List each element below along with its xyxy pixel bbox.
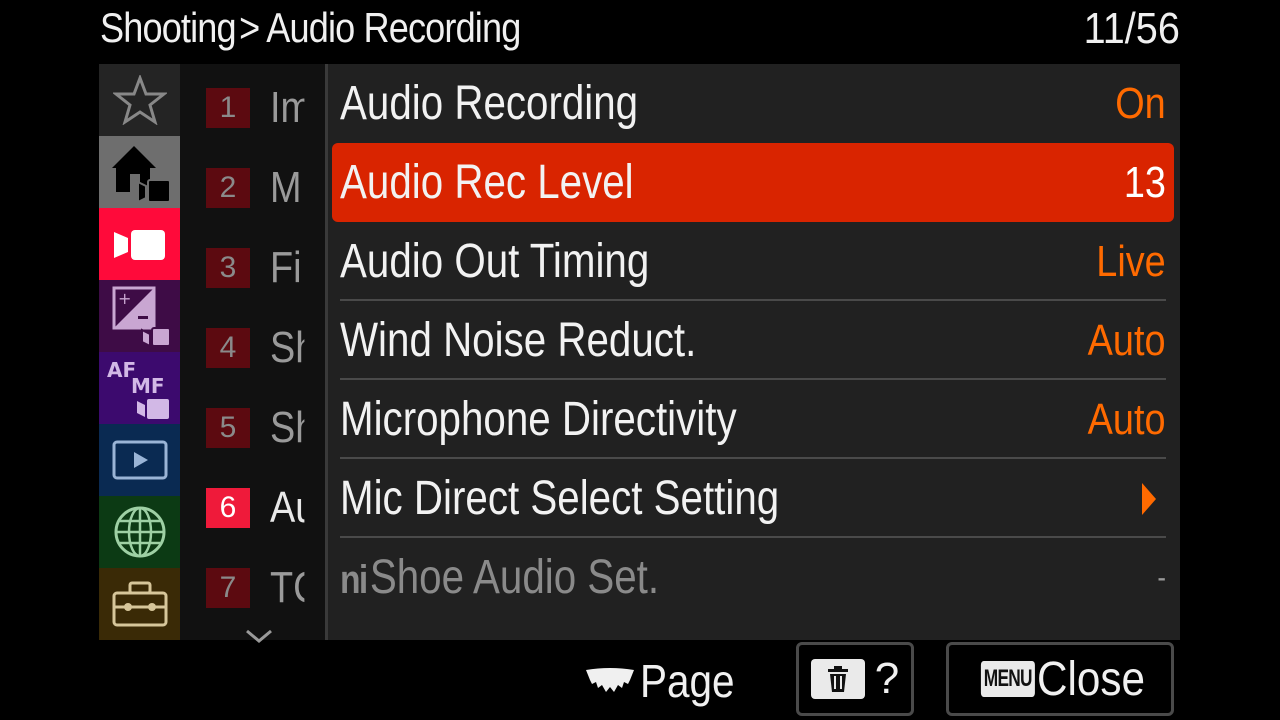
delete-help-button[interactable]: ? bbox=[796, 642, 914, 716]
breadcrumb-current: Audio Recording bbox=[266, 4, 521, 51]
page-dial-hint[interactable]: Page bbox=[584, 648, 747, 714]
trash-icon bbox=[827, 666, 848, 692]
help-icon: ? bbox=[874, 654, 900, 703]
menu-item-label: Mic Direct Select Setting bbox=[340, 472, 780, 525]
footer: Page ? MENU Close bbox=[0, 640, 1280, 720]
svg-text:+: + bbox=[118, 289, 131, 308]
page-number: 3 bbox=[206, 248, 250, 288]
page-item-5[interactable]: 5 Sh bbox=[206, 403, 310, 452]
category-tab-focus[interactable]: AF MF bbox=[99, 352, 180, 424]
menu-item-audio-out-timing[interactable]: Audio Out Timing Live bbox=[328, 222, 1180, 301]
page-item-1[interactable]: 1 Im bbox=[206, 83, 310, 132]
menu-item-value: Auto bbox=[1088, 316, 1166, 365]
exposure-comp-icon: + bbox=[112, 286, 171, 348]
header: Shooting> Audio Recording 11/56 bbox=[0, 0, 1280, 64]
page-item-2[interactable]: 2 M bbox=[206, 163, 310, 212]
menu-item-label: Audio Rec Level bbox=[340, 156, 634, 209]
page-label: Fi bbox=[270, 243, 302, 292]
menu-item-label: Audio Out Timing bbox=[340, 235, 650, 288]
menu-item-value: On bbox=[1115, 79, 1166, 128]
page-number: 1 bbox=[206, 88, 250, 128]
page-item-3[interactable]: 3 Fi bbox=[206, 243, 310, 292]
menu-item-label: Shoe Audio Set. bbox=[369, 551, 660, 604]
category-tab-shooting[interactable] bbox=[99, 208, 180, 280]
close-button[interactable]: MENU Close bbox=[946, 642, 1174, 716]
menu-item-label-wrap: niShoe Audio Set. bbox=[340, 538, 659, 617]
menu-item-audio-rec-level[interactable]: Audio Rec Level 13 bbox=[328, 143, 1180, 222]
menu-list: Audio Recording On Audio Rec Level 13 Au… bbox=[328, 64, 1180, 640]
menu-item-audio-recording[interactable]: Audio Recording On bbox=[328, 64, 1180, 143]
menu-item-label: Microphone Directivity bbox=[340, 393, 737, 446]
home-movie-icon bbox=[111, 146, 171, 204]
toolbox-icon bbox=[112, 581, 167, 627]
page-label: Page bbox=[640, 655, 735, 707]
menu-item-label: Wind Noise Reduct. bbox=[340, 314, 697, 367]
page-number: 2 bbox=[206, 168, 250, 208]
menu-item-value: Auto bbox=[1088, 395, 1166, 444]
page-counter: 11/56 bbox=[1083, 4, 1180, 53]
globe-icon bbox=[114, 506, 165, 558]
category-tab-exposure-color[interactable]: + bbox=[99, 280, 180, 352]
menu-item-microphone-directivity[interactable]: Microphone Directivity Auto bbox=[328, 380, 1180, 459]
af-mf-icon: AF MF bbox=[107, 358, 169, 419]
page-number: 7 bbox=[206, 568, 250, 608]
page-label: Au bbox=[270, 483, 304, 532]
menu-item-mic-direct-select-setting[interactable]: Mic Direct Select Setting bbox=[328, 459, 1180, 538]
svg-text:MF: MF bbox=[131, 374, 165, 398]
category-sidebar: + AF MF bbox=[99, 64, 180, 640]
movie-camera-icon bbox=[113, 230, 165, 260]
page-item-7[interactable]: 7 TC bbox=[206, 563, 310, 612]
page-label: Im bbox=[270, 83, 304, 132]
menu-item-value: 13 bbox=[1123, 158, 1166, 207]
category-tab-main[interactable] bbox=[99, 136, 180, 208]
category-tab-setup[interactable] bbox=[99, 568, 180, 640]
menu-item-value: - bbox=[1157, 561, 1166, 594]
page-item-6[interactable]: 6 Au bbox=[206, 483, 310, 532]
page-label: Sh bbox=[270, 403, 304, 452]
playback-icon bbox=[112, 440, 167, 480]
menu-key-icon: MENU bbox=[981, 661, 1035, 697]
category-tab-network[interactable] bbox=[99, 496, 180, 568]
close-label: Close bbox=[1036, 652, 1145, 706]
menu-item-wind-noise-reduct[interactable]: Wind Noise Reduct. Auto bbox=[328, 301, 1180, 380]
breadcrumb-separator: > bbox=[239, 4, 260, 51]
breadcrumb: Shooting> Audio Recording bbox=[100, 4, 521, 52]
ni-shoe-icon: ni bbox=[340, 558, 368, 602]
page-list: 1 Im 2 M 3 Fi 4 Sh 5 Sh 6 Au 7 TC bbox=[180, 64, 325, 643]
page-number: 6 bbox=[206, 488, 250, 528]
page-number: 5 bbox=[206, 408, 250, 448]
page-label: M bbox=[270, 163, 302, 212]
menu-item-label: Audio Recording bbox=[340, 77, 639, 130]
category-tab-my-menu[interactable] bbox=[99, 64, 180, 136]
menu-item-shoe-audio-set[interactable]: niShoe Audio Set. - bbox=[328, 538, 1180, 617]
chevron-right-icon bbox=[1142, 483, 1156, 515]
category-tab-playback[interactable] bbox=[99, 424, 180, 496]
page-item-4[interactable]: 4 Sh bbox=[206, 323, 310, 372]
breadcrumb-parent[interactable]: Shooting bbox=[100, 4, 237, 51]
control-wheel-icon bbox=[586, 668, 634, 692]
page-label: Sh bbox=[270, 323, 304, 372]
page-label: TC bbox=[270, 563, 304, 612]
star-icon bbox=[112, 75, 167, 125]
trash-key bbox=[810, 659, 865, 699]
page-number: 4 bbox=[206, 328, 250, 368]
menu-item-value: Live bbox=[1096, 237, 1166, 286]
